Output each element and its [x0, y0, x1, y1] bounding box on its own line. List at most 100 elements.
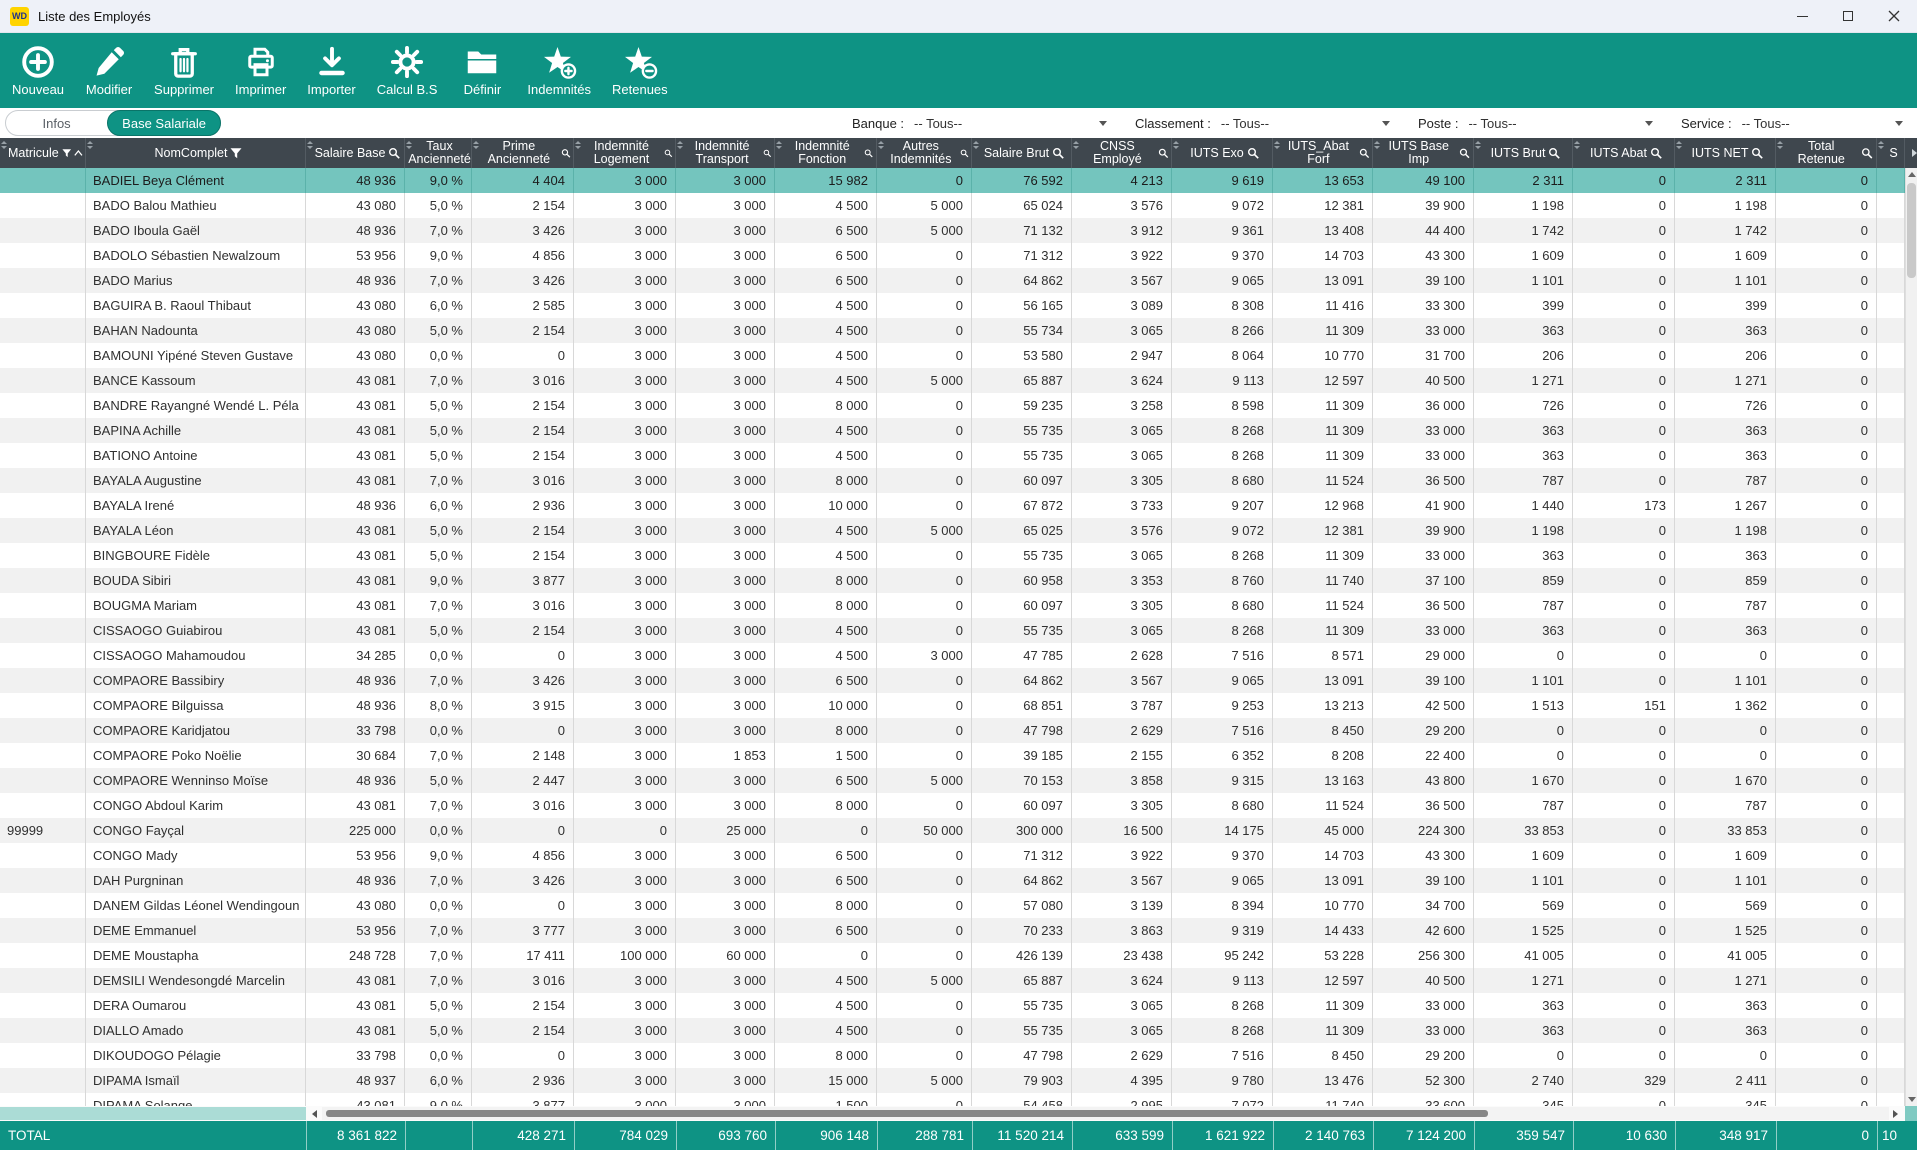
table-cell-s[interactable]: [1877, 793, 1905, 818]
table-cell-iuts_abat_forf[interactable]: 11 309: [1273, 543, 1373, 568]
table-row[interactable]: DIPAMA Solange43 0819,0 %3 8773 0003 000…: [0, 1093, 1917, 1106]
table-cell-iuts_brut[interactable]: 1 670: [1474, 768, 1573, 793]
table-cell-indemnite_transport[interactable]: 3 000: [676, 993, 775, 1018]
table-cell-cnss_employe[interactable]: 4 395: [1072, 1068, 1172, 1093]
table-cell-total_retenue[interactable]: 0: [1776, 1018, 1877, 1043]
table-cell-prime_anciennete[interactable]: 2 154: [472, 518, 574, 543]
table-cell-total_retenue[interactable]: 0: [1776, 893, 1877, 918]
table-cell-salaire_brut[interactable]: 59 235: [972, 393, 1072, 418]
table-cell-taux_anciennete[interactable]: 9,0 %: [405, 243, 472, 268]
table-cell-total_retenue[interactable]: 0: [1776, 418, 1877, 443]
table-cell-nom_complet[interactable]: BADO Marius: [86, 268, 306, 293]
table-cell-salaire_brut[interactable]: 60 097: [972, 593, 1072, 618]
table-cell-indemnite_logement[interactable]: 3 000: [574, 868, 676, 893]
table-cell-prime_anciennete[interactable]: 2 154: [472, 443, 574, 468]
table-cell-iuts_abat[interactable]: 0: [1573, 943, 1675, 968]
minimize-button[interactable]: [1779, 0, 1825, 32]
table-cell-iuts_abat[interactable]: 0: [1573, 668, 1675, 693]
table-cell-total_retenue[interactable]: 0: [1776, 1068, 1877, 1093]
table-cell-iuts_net[interactable]: 0: [1675, 1043, 1776, 1068]
table-row[interactable]: 99999CONGO Fayçal225 0000,0 %0025 000050…: [0, 818, 1917, 843]
table-cell-total_retenue[interactable]: 0: [1776, 493, 1877, 518]
table-cell-s[interactable]: [1877, 593, 1905, 618]
table-cell-indemnite_transport[interactable]: 1 853: [676, 743, 775, 768]
table-cell-matricule[interactable]: [0, 1093, 86, 1106]
table-cell-autres_indemnites[interactable]: 0: [877, 1043, 972, 1068]
table-row[interactable]: CONGO Abdoul Karim43 0817,0 %3 0163 0003…: [0, 793, 1917, 818]
table-cell-iuts_abat[interactable]: 0: [1573, 518, 1675, 543]
table-row[interactable]: BADIEL Beya Clément48 9369,0 %4 4043 000…: [0, 168, 1917, 193]
importer-button[interactable]: Importer: [303, 42, 359, 99]
table-cell-s[interactable]: [1877, 393, 1905, 418]
table-cell-indemnite_logement[interactable]: 3 000: [574, 718, 676, 743]
table-cell-iuts_base_imp[interactable]: 33 300: [1373, 293, 1474, 318]
table-cell-cnss_employe[interactable]: 3 065: [1072, 618, 1172, 643]
table-cell-autres_indemnites[interactable]: 0: [877, 593, 972, 618]
table-cell-taux_anciennete[interactable]: 7,0 %: [405, 943, 472, 968]
table-cell-salaire_base[interactable]: 43 081: [306, 543, 405, 568]
table-cell-indemnite_transport[interactable]: 3 000: [676, 318, 775, 343]
table-cell-iuts_abat_forf[interactable]: 14 703: [1273, 843, 1373, 868]
table-cell-taux_anciennete[interactable]: 0,0 %: [405, 643, 472, 668]
table-cell-iuts_abat_forf[interactable]: 13 213: [1273, 693, 1373, 718]
table-row[interactable]: CISSAOGO Guiabirou43 0815,0 %2 1543 0003…: [0, 618, 1917, 643]
table-cell-iuts_abat_forf[interactable]: 12 381: [1273, 518, 1373, 543]
table-cell-taux_anciennete[interactable]: 7,0 %: [405, 918, 472, 943]
table-cell-salaire_base[interactable]: 43 080: [306, 293, 405, 318]
table-cell-indemnite_fonction[interactable]: 4 500: [775, 368, 877, 393]
table-cell-indemnite_fonction[interactable]: 8 000: [775, 468, 877, 493]
table-cell-s[interactable]: [1877, 743, 1905, 768]
table-cell-matricule[interactable]: [0, 518, 86, 543]
table-cell-iuts_base_imp[interactable]: 34 700: [1373, 893, 1474, 918]
table-cell-indemnite_logement[interactable]: 3 000: [574, 418, 676, 443]
table-cell-indemnite_logement[interactable]: 3 000: [574, 768, 676, 793]
table-cell-s[interactable]: [1877, 1068, 1905, 1093]
chevron-down-icon[interactable]: [1099, 121, 1107, 126]
table-cell-total_retenue[interactable]: 0: [1776, 918, 1877, 943]
table-cell-indemnite_logement[interactable]: 3 000: [574, 993, 676, 1018]
table-cell-iuts_exo[interactable]: 8 394: [1172, 893, 1273, 918]
table-cell-taux_anciennete[interactable]: 5,0 %: [405, 1018, 472, 1043]
table-cell-iuts_abat_forf[interactable]: 11 524: [1273, 593, 1373, 618]
table-cell-iuts_base_imp[interactable]: 39 100: [1373, 268, 1474, 293]
table-cell-cnss_employe[interactable]: 3 922: [1072, 243, 1172, 268]
table-cell-prime_anciennete[interactable]: 2 148: [472, 743, 574, 768]
table-cell-autres_indemnites[interactable]: 0: [877, 843, 972, 868]
table-cell-iuts_brut[interactable]: 787: [1474, 593, 1573, 618]
table-cell-cnss_employe[interactable]: 3 567: [1072, 868, 1172, 893]
table-cell-taux_anciennete[interactable]: 5,0 %: [405, 618, 472, 643]
retenues-button[interactable]: Retenues: [608, 42, 672, 99]
column-header-iuts_exo[interactable]: IUTS Exo: [1172, 138, 1273, 168]
table-cell-iuts_abat[interactable]: 0: [1573, 818, 1675, 843]
table-cell-iuts_abat[interactable]: 0: [1573, 593, 1675, 618]
table-cell-autres_indemnites[interactable]: 5 000: [877, 968, 972, 993]
table-cell-prime_anciennete[interactable]: 3 777: [472, 918, 574, 943]
table-cell-iuts_net[interactable]: 726: [1675, 393, 1776, 418]
table-cell-nom_complet[interactable]: CISSAOGO Mahamoudou: [86, 643, 306, 668]
table-cell-iuts_net[interactable]: 1 525: [1675, 918, 1776, 943]
table-cell-iuts_brut[interactable]: 1 198: [1474, 518, 1573, 543]
table-cell-autres_indemnites[interactable]: 0: [877, 618, 972, 643]
classement-select[interactable]: -- Tous--: [1221, 116, 1269, 131]
table-cell-taux_anciennete[interactable]: 9,0 %: [405, 168, 472, 193]
table-cell-salaire_base[interactable]: 33 798: [306, 718, 405, 743]
table-cell-nom_complet[interactable]: BAGUIRA B. Raoul Thibaut: [86, 293, 306, 318]
table-cell-s[interactable]: [1877, 518, 1905, 543]
table-cell-indemnite_fonction[interactable]: 8 000: [775, 793, 877, 818]
table-cell-total_retenue[interactable]: 0: [1776, 318, 1877, 343]
table-cell-matricule[interactable]: [0, 943, 86, 968]
table-cell-iuts_net[interactable]: 859: [1675, 568, 1776, 593]
table-cell-iuts_abat_forf[interactable]: 14 703: [1273, 243, 1373, 268]
table-cell-iuts_brut[interactable]: 1 101: [1474, 868, 1573, 893]
table-cell-total_retenue[interactable]: 0: [1776, 293, 1877, 318]
table-cell-s[interactable]: [1877, 1093, 1905, 1106]
table-row[interactable]: BADO Iboula Gaël48 9367,0 %3 4263 0003 0…: [0, 218, 1917, 243]
table-cell-nom_complet[interactable]: CONGO Fayçal: [86, 818, 306, 843]
table-cell-iuts_abat[interactable]: 0: [1573, 868, 1675, 893]
table-cell-autres_indemnites[interactable]: 0: [877, 393, 972, 418]
table-cell-salaire_base[interactable]: 48 936: [306, 668, 405, 693]
table-cell-nom_complet[interactable]: COMPAORE Bilguissa: [86, 693, 306, 718]
table-cell-prime_anciennete[interactable]: 17 411: [472, 943, 574, 968]
table-cell-iuts_abat_forf[interactable]: 11 524: [1273, 468, 1373, 493]
table-row[interactable]: BAYALA Augustine43 0817,0 %3 0163 0003 0…: [0, 468, 1917, 493]
